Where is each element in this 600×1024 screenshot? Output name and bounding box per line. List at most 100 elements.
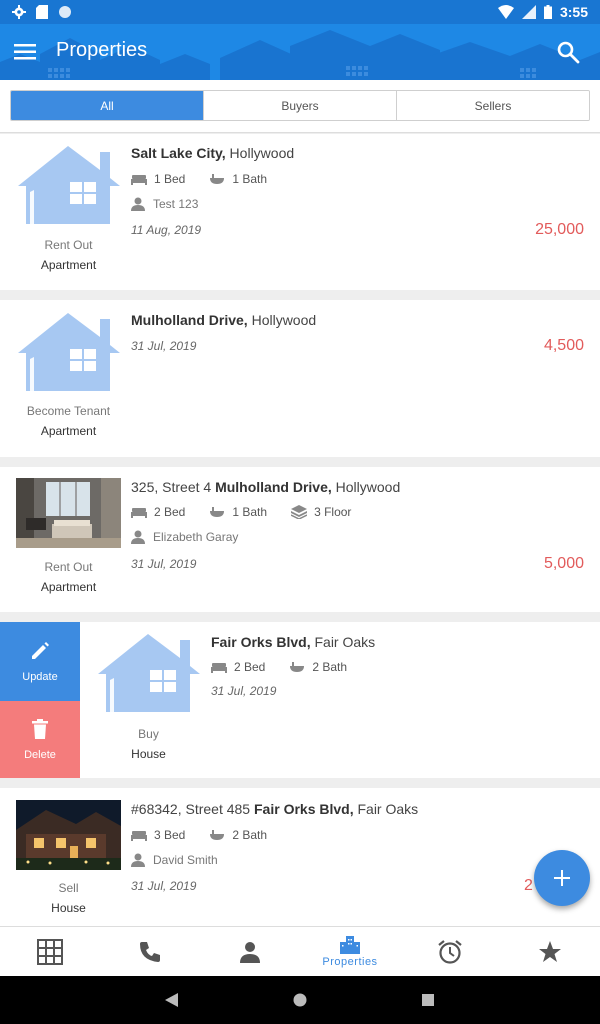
listing-card[interactable]: Sell House #68342, Street 485 Fair Orks … (0, 788, 600, 926)
add-property-button[interactable] (534, 850, 590, 906)
bed-icon (131, 829, 147, 841)
filter-tabs-bar: All Buyers Sellers (0, 80, 600, 133)
tab-sellers[interactable]: Sellers (397, 91, 589, 120)
bed-icon (131, 173, 147, 185)
bed-icon (211, 661, 227, 673)
recents-icon[interactable] (421, 993, 435, 1007)
delete-button[interactable]: Delete (0, 701, 80, 778)
baths: 2 Bath (232, 828, 268, 842)
house-night-photo (16, 800, 121, 870)
floors-icon (291, 505, 307, 519)
person-icon (131, 853, 145, 867)
update-button[interactable]: Update (0, 622, 80, 701)
page-title: Properties (56, 39, 148, 61)
baths: 1 Bath (232, 505, 268, 519)
plus-icon (554, 870, 570, 886)
status-bar: 3:55 (0, 0, 600, 24)
home-icon[interactable] (293, 993, 307, 1007)
listing-card[interactable]: Update Delete Buy House Fair Orks Blvd, … (0, 622, 600, 778)
listing-kind: Apartment (40, 580, 97, 594)
segmented-tabs: All Buyers Sellers (10, 90, 590, 121)
settings-icon (12, 5, 26, 19)
building-icon (340, 935, 360, 954)
house-icon (16, 309, 121, 393)
star-icon (539, 940, 561, 962)
listing-address: Mulholland Drive, Hollywood (131, 312, 317, 328)
listing-features: 3 Bed 2 Bath (131, 828, 267, 842)
listing-address: Salt Lake City, Hollywood (131, 145, 295, 161)
house-icon (96, 630, 201, 714)
menu-icon[interactable] (12, 38, 40, 66)
listing-kind: Apartment (40, 258, 97, 272)
bath-icon (209, 829, 225, 841)
nav-item-person[interactable] (200, 927, 300, 976)
back-icon[interactable] (165, 993, 179, 1007)
sd-card-icon (36, 5, 48, 19)
update-label: Update (22, 670, 58, 683)
floors: 3 Floor (314, 505, 352, 519)
baths: 2 Bath (312, 660, 348, 674)
listing-kind: Apartment (40, 424, 97, 438)
listing-card[interactable]: Rent Out Apartment 325, Street 4 Mulholl… (0, 467, 600, 612)
nav-item-grid[interactable] (0, 927, 100, 976)
living-room-photo (16, 478, 121, 548)
grid-icon (37, 938, 63, 965)
nav-item-properties[interactable]: Properties (300, 927, 400, 976)
alarm-icon (438, 939, 462, 964)
listing-kind: House (131, 747, 166, 761)
listing-price: 4,500 (543, 337, 584, 354)
bottom-navigation: Properties (0, 926, 600, 976)
trash-icon (32, 718, 48, 739)
listing-date: 31 Jul, 2019 (131, 557, 197, 571)
beds: 2 Bed (234, 660, 266, 674)
listing-card[interactable]: Become Tenant Apartment Mulholland Drive… (0, 300, 600, 457)
system-navigation-bar (0, 976, 600, 1024)
beds: 3 Bed (154, 828, 186, 842)
tab-all[interactable]: All (11, 91, 204, 120)
listing-date: 11 Aug, 2019 (131, 223, 202, 237)
listing-address: Fair Orks Blvd, Fair Oaks (211, 634, 376, 650)
listing-owner: David Smith (131, 853, 218, 867)
bed-icon (131, 506, 147, 518)
pencil-icon (32, 641, 49, 659)
listing-price: 5,000 (543, 555, 584, 572)
house-icon (16, 142, 121, 226)
person-icon (131, 197, 145, 211)
bath-icon (289, 661, 305, 673)
nav-item-alarm[interactable] (400, 927, 500, 976)
listing-type: Sell (58, 881, 79, 895)
app-bar: Properties (0, 24, 600, 80)
listing-price: 2 (524, 877, 533, 894)
search-icon[interactable] (556, 40, 580, 64)
listing-features: 2 Bed 1 Bath 3 Floor (131, 505, 351, 519)
listing-type: Rent Out (44, 238, 93, 252)
nav-label-properties: Properties (322, 955, 378, 968)
listing-card[interactable]: Rent Out Apartment Salt Lake City, Holly… (0, 134, 600, 290)
tab-buyers[interactable]: Buyers (204, 91, 397, 120)
listing-price: 25,000 (535, 221, 584, 238)
bath-icon (209, 173, 225, 185)
listing-features: 2 Bed 2 Bath (211, 660, 347, 674)
listing-type: Rent Out (44, 560, 93, 574)
listing-date: 31 Jul, 2019 (131, 879, 197, 893)
person-icon (131, 530, 145, 544)
nav-item-favorites[interactable] (500, 927, 600, 976)
listing-owner: Elizabeth Garay (131, 530, 238, 544)
listing-features: 1 Bed 1 Bath (131, 172, 267, 186)
phone-icon (140, 941, 160, 962)
beds: 2 Bed (154, 505, 186, 519)
battery-icon (543, 5, 552, 19)
baths: 1 Bath (232, 172, 268, 186)
listing-type: Buy (138, 727, 159, 741)
listing-date: 31 Jul, 2019 (211, 684, 277, 698)
listing-owner: Test 123 (131, 197, 198, 211)
listing-address: 325, Street 4 Mulholland Drive, Hollywoo… (131, 479, 401, 495)
status-time: 3:55 (559, 4, 588, 20)
listing-address: #68342, Street 485 Fair Orks Blvd, Fair … (131, 801, 419, 817)
nav-item-phone[interactable] (100, 927, 200, 976)
beds: 1 Bed (154, 172, 186, 186)
sync-icon (59, 6, 71, 18)
bath-icon (209, 506, 225, 518)
delete-label: Delete (24, 748, 56, 761)
listing-date: 31 Jul, 2019 (131, 339, 197, 353)
